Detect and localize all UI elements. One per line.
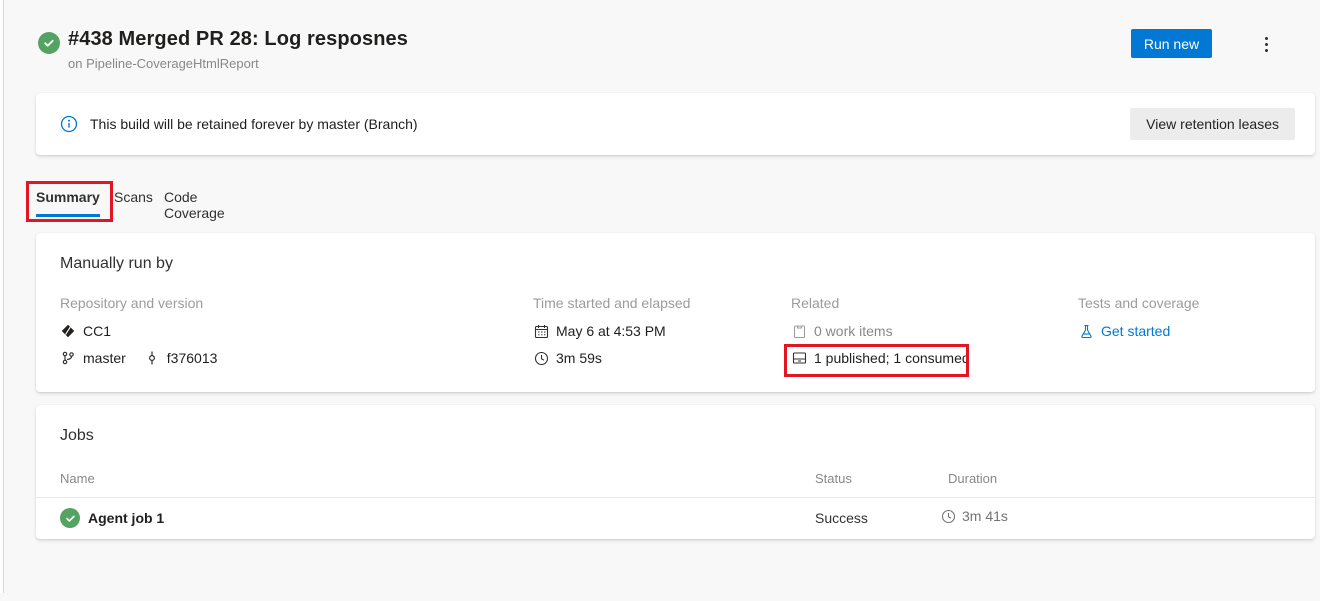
retention-banner: This build will be retained forever by m…: [36, 93, 1315, 155]
jobs-column-name: Name: [60, 471, 95, 486]
build-summary-page: #438 Merged PR 28: Log resposnes on Pipe…: [0, 0, 1320, 601]
tab-bar: Summary Scans Code Coverage: [36, 189, 100, 219]
info-icon: [60, 115, 78, 133]
build-success-icon: [38, 32, 60, 54]
time-elapsed-value: 3m 59s: [556, 350, 602, 366]
more-options-icon[interactable]: [1256, 34, 1276, 54]
tests-column: Tests and coverage Get started: [1078, 295, 1199, 348]
beaker-icon: [1078, 323, 1094, 339]
tests-label: Tests and coverage: [1078, 295, 1199, 311]
job-duration: 3m 41s: [941, 508, 1008, 524]
run-new-button[interactable]: Run new: [1131, 29, 1212, 58]
time-started: May 6 at 4:53 PM: [533, 321, 690, 341]
tab-summary-label: Summary: [36, 189, 100, 205]
related-column: Related 0 work items 1 published; 1 cons…: [791, 295, 970, 375]
commit-value[interactable]: f376013: [144, 348, 218, 368]
branch-value[interactable]: master: [60, 348, 126, 368]
build-title: #438 Merged PR 28: Log resposnes: [68, 28, 408, 51]
build-header: #438 Merged PR 28: Log resposnes on Pipe…: [36, 28, 1296, 80]
repository-name: CC1: [83, 323, 111, 339]
repository-label: Repository and version: [60, 295, 217, 311]
branch-name: master: [83, 350, 126, 366]
job-status: Success: [815, 510, 868, 526]
repository-value[interactable]: CC1: [60, 321, 217, 341]
view-retention-leases-button[interactable]: View retention leases: [1130, 108, 1295, 140]
calendar-icon: [533, 323, 549, 339]
work-items-text: 0 work items: [814, 323, 893, 339]
jobs-heading: Jobs: [60, 427, 94, 445]
tab-summary[interactable]: Summary: [36, 189, 100, 219]
run-summary-card: Manually run by Repository and version C…: [36, 233, 1315, 392]
retention-message: This build will be retained forever by m…: [90, 116, 418, 132]
tab-code-coverage[interactable]: Code Coverage: [164, 189, 225, 221]
tab-scans[interactable]: Scans: [114, 189, 153, 205]
artifacts-value[interactable]: 1 published; 1 consumed: [791, 348, 970, 368]
job-name[interactable]: Agent job 1: [88, 510, 164, 526]
work-item-icon: [791, 323, 807, 339]
repository-column: Repository and version CC1 master: [60, 295, 217, 375]
artifacts-text: 1 published; 1 consumed: [814, 350, 970, 366]
duration-clock-icon: [941, 509, 956, 524]
get-started-link[interactable]: Get started: [1078, 321, 1199, 341]
jobs-card: Jobs Name Status Duration Agent job 1 Su…: [36, 405, 1315, 539]
commit-hash: f376013: [167, 350, 218, 366]
clock-icon: [533, 350, 549, 366]
jobs-column-duration: Duration: [948, 471, 997, 486]
run-summary-heading: Manually run by: [60, 255, 173, 273]
active-tab-underline: [36, 214, 100, 217]
commit-icon: [144, 350, 160, 366]
get-started-text: Get started: [1101, 323, 1170, 339]
time-started-value: May 6 at 4:53 PM: [556, 323, 666, 339]
time-column: Time started and elapsed May 6 at 4:53 P…: [533, 295, 690, 375]
jobs-column-status: Status: [815, 471, 852, 486]
pipeline-name[interactable]: on Pipeline-CoverageHtmlReport: [68, 56, 259, 71]
related-label: Related: [791, 295, 970, 311]
time-label: Time started and elapsed: [533, 295, 690, 311]
job-success-icon: [60, 508, 80, 528]
time-elapsed: 3m 59s: [533, 348, 690, 368]
branch-icon: [60, 350, 76, 366]
job-duration-text: 3m 41s: [962, 508, 1008, 524]
work-items-value: 0 work items: [791, 321, 970, 341]
repository-icon: [60, 323, 76, 339]
job-row-agent-job-1[interactable]: Agent job 1 Success 3m 41s: [36, 498, 1315, 539]
left-edge-divider: [0, 0, 4, 593]
artifact-icon: [791, 350, 807, 366]
